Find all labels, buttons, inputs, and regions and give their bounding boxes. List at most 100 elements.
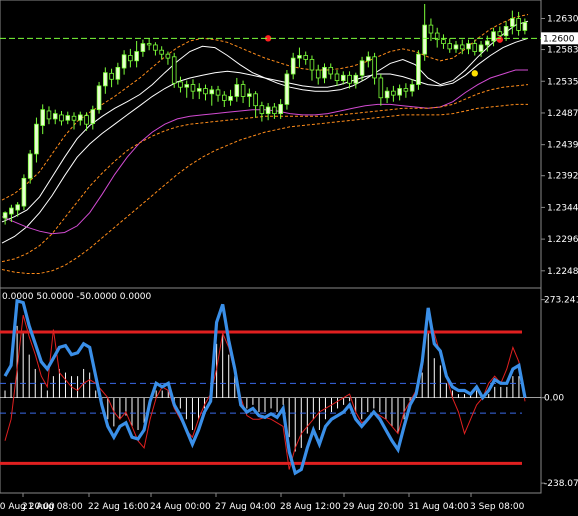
- candle-body: [196, 88, 202, 92]
- candle-body: [90, 109, 96, 124]
- candle-body: [71, 115, 77, 121]
- price-tick-label: 1.26300: [547, 15, 578, 25]
- candle-body: [65, 115, 71, 121]
- candle-body: [46, 110, 52, 120]
- time-tick-label: 21 Aug 08:00: [22, 502, 83, 512]
- time-tick-label: 29 Aug 20:00: [343, 502, 404, 512]
- price-tick-label: 1.23920: [547, 172, 578, 182]
- candle-body: [391, 90, 396, 96]
- candle-body: [366, 56, 371, 62]
- candle-body: [485, 40, 490, 46]
- candle-body: [397, 88, 402, 96]
- candle-body: [234, 84, 240, 97]
- candle-body: [447, 43, 453, 50]
- candle-body: [134, 51, 139, 62]
- time-tick-label: 27 Aug 04:00: [215, 502, 276, 512]
- signal-dot-yellow: [471, 70, 478, 77]
- candle-body: [272, 106, 277, 115]
- candle-body: [328, 66, 334, 75]
- candle-body: [59, 114, 64, 122]
- candle-body: [103, 72, 108, 87]
- candle-body: [290, 57, 296, 75]
- signal-dot-red: [496, 36, 504, 43]
- candle-body: [27, 153, 33, 179]
- indicator-params-label: 0.0000 50.0000 -50.0000 0.0000: [2, 292, 152, 302]
- candle-body: [259, 105, 265, 115]
- price-tick-label: 1.24390: [547, 141, 578, 151]
- candle-body: [146, 43, 152, 46]
- candle-body: [153, 44, 158, 51]
- time-tick-label: 28 Aug 12:00: [280, 502, 341, 512]
- candle-body: [309, 59, 315, 71]
- candle-body: [478, 44, 484, 52]
- candle-body: [240, 84, 246, 97]
- price-tick-label: 1.25350: [547, 77, 578, 87]
- candle-body: [422, 24, 427, 55]
- candle-body: [409, 84, 415, 92]
- candle-body: [491, 31, 496, 42]
- candle-body: [178, 81, 183, 88]
- price-axis: 1.26300 1.25830 1.25350 1.24870 1.24390 1.239…: [541, 15, 578, 277]
- candle-body: [441, 39, 446, 45]
- candle-body: [109, 72, 114, 80]
- price-tick-label: 1.25830: [547, 46, 578, 56]
- candle-body: [15, 204, 20, 211]
- candle-body: [453, 44, 459, 50]
- candle-body: [203, 88, 208, 95]
- candle-body: [228, 96, 233, 101]
- candle-body: [265, 106, 271, 115]
- time-tick-label: 22 Aug 16:00: [88, 502, 149, 512]
- candle-body: [510, 18, 515, 27]
- candle-body: [159, 49, 164, 55]
- candle-body: [472, 43, 478, 52]
- candle-body: [297, 55, 302, 59]
- price-tick-label: 1.22960: [547, 235, 578, 245]
- candle-body: [378, 77, 384, 99]
- candle-body: [209, 89, 215, 95]
- candle-body: [503, 26, 509, 37]
- candle-body: [190, 84, 196, 92]
- candle-body: [34, 123, 39, 155]
- candle-body: [403, 88, 409, 92]
- candle-body: [384, 90, 390, 99]
- candle-body: [522, 22, 528, 31]
- indicator-tick-label: 0.00: [544, 394, 564, 404]
- price-tick-label: 1.24870: [547, 109, 578, 119]
- candle-body: [497, 31, 503, 37]
- candle-body: [459, 44, 465, 50]
- time-tick-label: 24 Aug 00:00: [150, 502, 211, 512]
- candle-body: [52, 113, 58, 120]
- candle-body: [222, 94, 227, 101]
- candle-body: [171, 56, 177, 84]
- candle-body: [428, 24, 434, 34]
- candle-body: [77, 114, 83, 121]
- candle-body: [9, 207, 14, 215]
- candle-body: [121, 54, 127, 69]
- candle-body: [247, 93, 252, 97]
- candle-body: [140, 43, 146, 52]
- candle-body: [253, 93, 258, 107]
- indicator-tick-label: 273.2415: [544, 296, 578, 306]
- price-tick-label: 1.23440: [547, 203, 578, 213]
- candle-body: [284, 73, 290, 105]
- candle-body: [347, 74, 352, 84]
- candle-body: [372, 56, 377, 79]
- forex-chart-window: 1.26300 1.25830 1.25350 1.24870 1.24390 1.239…: [0, 0, 578, 516]
- candle-body: [516, 18, 521, 31]
- candle-body: [315, 69, 321, 79]
- candle-body: [115, 66, 121, 80]
- candle-body: [165, 53, 171, 59]
- time-tick-label: 3 Sep 08:00: [470, 502, 525, 512]
- indicator-tick-label: -238.0761: [544, 479, 578, 489]
- candle-body: [40, 109, 45, 126]
- candle-body: [2, 212, 8, 219]
- time-tick-label: 31 Aug 04:00: [408, 502, 469, 512]
- candle-body: [96, 85, 102, 111]
- candle-body: [303, 55, 308, 60]
- candle-body: [128, 55, 133, 62]
- candle-body: [416, 53, 421, 85]
- candle-body: [84, 115, 89, 125]
- candle-body: [466, 43, 471, 50]
- candle-body: [353, 74, 359, 84]
- candle-body: [334, 73, 340, 81]
